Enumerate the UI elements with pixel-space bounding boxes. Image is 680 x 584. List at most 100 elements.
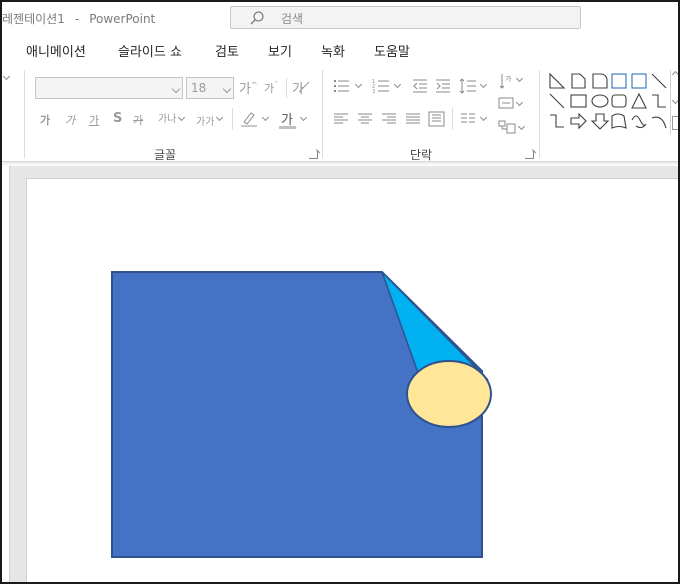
triangle-icon[interactable]: [631, 92, 647, 109]
strikethrough-button[interactable]: 가: [133, 112, 143, 128]
rectangle-icon[interactable]: [570, 94, 587, 108]
italic-button[interactable]: 가: [65, 112, 75, 128]
justify-icon[interactable]: [405, 112, 421, 126]
chevron-down-icon[interactable]: [177, 113, 186, 122]
change-case-button[interactable]: 가가: [196, 113, 214, 128]
snip-rect-icon[interactable]: [571, 73, 586, 89]
grow-font-button[interactable]: 가^: [239, 78, 258, 97]
italic-label: 가: [65, 114, 76, 127]
text-direction-icon[interactable]: 가: [498, 72, 514, 90]
slide-canvas[interactable]: [26, 178, 678, 582]
arc-icon[interactable]: [651, 116, 667, 129]
app-name: PowerPoint: [89, 12, 156, 26]
highlighter-icon[interactable]: [239, 110, 259, 128]
spacing-label: 가나: [158, 114, 177, 125]
chevron-up-icon[interactable]: [671, 70, 678, 79]
shrink-font-label: 가: [264, 82, 275, 95]
paragraph-dialog-launcher-icon[interactable]: [525, 150, 534, 159]
columns-icon[interactable]: [460, 112, 476, 126]
align-right-icon[interactable]: [381, 112, 397, 126]
rounded-rect-icon[interactable]: [611, 94, 627, 108]
chevron-down-icon[interactable]: [671, 96, 678, 105]
shadow-label: S: [113, 111, 123, 126]
group-separator: [539, 70, 540, 158]
textbox-icon[interactable]: [611, 73, 627, 89]
chevron-down-icon[interactable]: [479, 113, 488, 122]
right-arrow-icon[interactable]: [570, 112, 587, 130]
chevron-down-icon[interactable]: [479, 80, 488, 89]
bold-label: 가: [40, 114, 51, 127]
divider: [286, 78, 287, 98]
bullets-icon[interactable]: [333, 78, 351, 94]
grow-font-label: 가: [239, 82, 251, 97]
tab-review[interactable]: 검토: [215, 41, 239, 60]
round-corner-rect-icon[interactable]: [592, 73, 608, 89]
title-bar: 레젠테이션1- PowerPoint 검색: [2, 2, 678, 34]
document-name: 레젠테이션1: [2, 12, 65, 26]
align-left-icon[interactable]: [333, 112, 349, 126]
decrease-indent-icon[interactable]: [412, 78, 428, 94]
flowchart-shape-icon[interactable]: [611, 113, 627, 129]
tab-animations[interactable]: 애니메이션: [26, 41, 86, 60]
ribbon: 18 가^ 가ˇ 가 가 가 가 S 가 가나 가가 가 글꼴 1 2 3 가 …: [2, 64, 678, 162]
gallery-more-button[interactable]: [672, 116, 678, 130]
chevron-down-icon[interactable]: [2, 72, 11, 81]
elbow-connector-icon[interactable]: [652, 94, 666, 108]
chevron-down-icon[interactable]: [515, 74, 524, 83]
smartart-icon[interactable]: [498, 120, 516, 134]
freeform-icon[interactable]: [631, 115, 647, 129]
numbering-icon[interactable]: 123: [372, 78, 390, 94]
tab-record[interactable]: 녹화: [321, 41, 345, 60]
svg-text:가: 가: [505, 74, 512, 83]
align-center-icon[interactable]: [357, 112, 373, 126]
thumbnail-pane-edge: [2, 166, 10, 582]
paragraph-group-label: 단락: [410, 148, 433, 162]
shrink-font-button[interactable]: 가ˇ: [264, 80, 278, 96]
search-box[interactable]: 검색: [230, 6, 581, 29]
font-size-combo[interactable]: 18: [186, 77, 234, 99]
chevron-down-icon[interactable]: [354, 80, 363, 89]
tab-slideshow[interactable]: 슬라이드 쇼: [118, 41, 182, 60]
powerpoint-window: 레젠테이션1- PowerPoint 검색 애니메이션 슬라이드 쇼 검토 보기 …: [0, 0, 680, 584]
increase-indent-icon[interactable]: [435, 78, 451, 94]
chevron-down-icon[interactable]: [517, 122, 526, 131]
text-shadow-button[interactable]: S: [113, 111, 122, 126]
font-name-combo[interactable]: [35, 77, 183, 99]
chevron-down-icon[interactable]: [393, 80, 402, 89]
vertical-textbox-icon[interactable]: [631, 73, 647, 89]
chevron-down-icon[interactable]: [215, 113, 224, 122]
distributed-align-icon[interactable]: [428, 111, 445, 127]
underline-button[interactable]: 가: [89, 112, 99, 128]
chevron-down-icon[interactable]: [299, 113, 308, 122]
underline-label: 가: [89, 114, 100, 127]
elbow-arrow-icon[interactable]: [550, 114, 564, 128]
gallery-scroll: [670, 70, 678, 134]
right-triangle-icon[interactable]: [549, 72, 566, 89]
divider: [232, 108, 233, 130]
search-placeholder: 검색: [281, 12, 304, 26]
align-text-icon[interactable]: [498, 96, 514, 110]
title-separator: -: [74, 12, 80, 26]
font-dialog-launcher-icon[interactable]: [309, 150, 318, 159]
font-color-swatch: [279, 126, 296, 129]
yellow-ellipse[interactable]: [406, 360, 492, 428]
svg-text:3: 3: [372, 89, 375, 94]
tab-view[interactable]: 보기: [268, 41, 292, 60]
line-spacing-icon[interactable]: [459, 78, 477, 94]
tab-help[interactable]: 도움말: [374, 41, 410, 60]
chevron-down-icon: [222, 84, 232, 94]
shapes-gallery[interactable]: [546, 72, 670, 132]
line-icon[interactable]: [651, 73, 667, 89]
group-separator: [322, 70, 323, 158]
chevron-down-icon[interactable]: [261, 113, 270, 122]
char-spacing-button[interactable]: 가나: [158, 110, 176, 125]
strike-label: 가: [133, 114, 144, 127]
editing-area: [2, 166, 678, 582]
bold-button[interactable]: 가: [40, 112, 50, 128]
oval-icon[interactable]: [591, 94, 609, 108]
diagonal-line-icon[interactable]: [549, 93, 565, 109]
window-title: 레젠테이션1- PowerPoint: [2, 10, 155, 27]
chevron-down-icon[interactable]: [515, 98, 524, 107]
ribbon-tabs: 애니메이션 슬라이드 쇼 검토 보기 녹화 도움말: [2, 36, 678, 64]
down-arrow-icon[interactable]: [590, 113, 610, 130]
